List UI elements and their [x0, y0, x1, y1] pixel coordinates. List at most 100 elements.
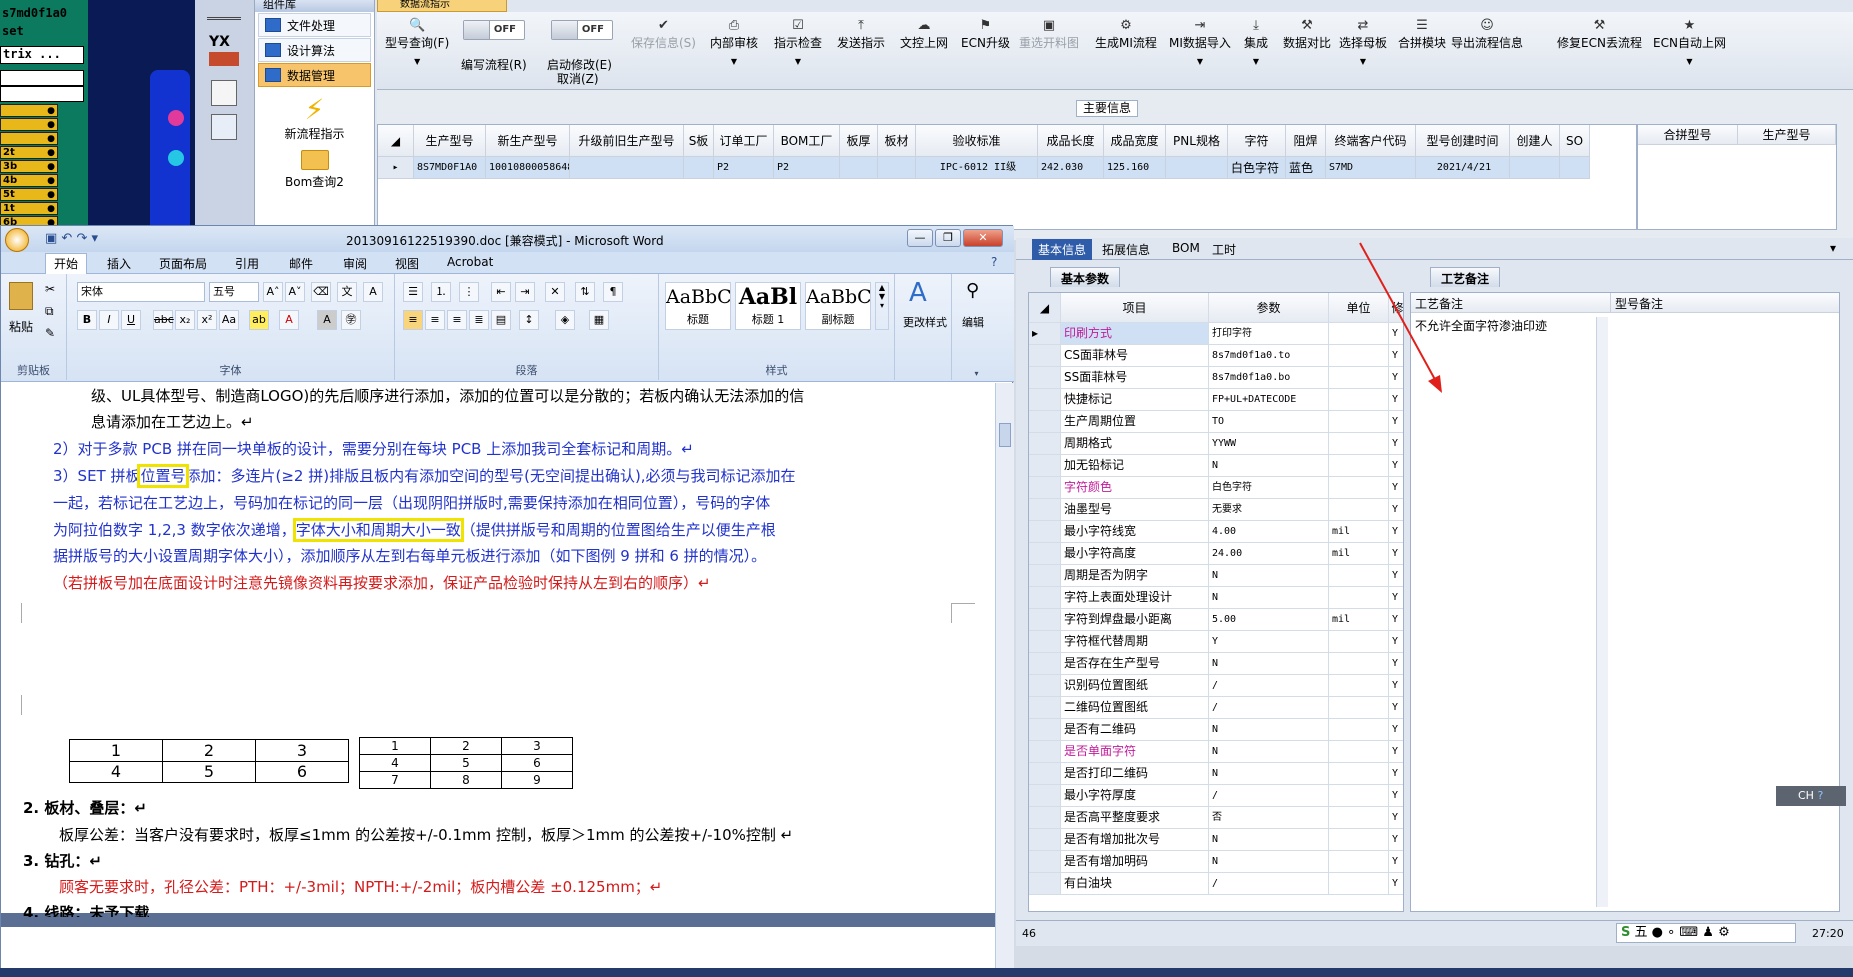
- row-pointer-icon[interactable]: [1029, 411, 1061, 433]
- increase-indent-icon[interactable]: ⇥: [515, 282, 535, 302]
- cell[interactable]: 白色字符: [1228, 157, 1286, 179]
- close-button[interactable]: ✕: [963, 229, 1003, 247]
- asian-layout-icon[interactable]: ✕: [545, 282, 565, 302]
- mi-import-button[interactable]: ⇥ MI数据导入 ▼: [1169, 18, 1231, 69]
- row-pointer-icon[interactable]: [1029, 587, 1061, 609]
- param-value[interactable]: /: [1209, 873, 1329, 895]
- col-header[interactable]: PNL规格: [1166, 125, 1228, 157]
- vertical-scrollbar[interactable]: [995, 383, 1014, 977]
- cell[interactable]: P2: [714, 157, 774, 179]
- param-item[interactable]: 加无铅标记: [1061, 455, 1209, 477]
- language-bar[interactable]: CH ?: [1776, 786, 1846, 806]
- tab-review[interactable]: 审阅: [343, 255, 367, 272]
- table-row[interactable]: CS面菲林号 8s7md0f1a0.to Y: [1029, 345, 1403, 367]
- param-modify[interactable]: Y: [1389, 851, 1403, 873]
- cell[interactable]: 8S7MD0F1A0: [414, 157, 486, 179]
- table-row[interactable]: 字符上表面处理设计 N Y: [1029, 587, 1403, 609]
- param-item[interactable]: 是否有二维码: [1061, 719, 1209, 741]
- row-pointer-icon[interactable]: [1029, 543, 1061, 565]
- cancel-button[interactable]: 取消(Z): [557, 70, 599, 87]
- tab-bom[interactable]: BOM: [1172, 241, 1200, 255]
- distributed-icon[interactable]: ▤: [491, 310, 511, 330]
- param-value[interactable]: /: [1209, 675, 1329, 697]
- char-border-icon[interactable]: A: [363, 282, 383, 302]
- param-modify[interactable]: Y: [1389, 807, 1403, 829]
- align-center-icon[interactable]: ≡: [425, 310, 445, 330]
- param-unit[interactable]: [1329, 565, 1389, 587]
- enclose-char-icon[interactable]: ㊫: [341, 310, 361, 330]
- param-item[interactable]: 周期是否为阴字: [1061, 565, 1209, 587]
- nav-new-flow[interactable]: ⚡ 新流程指示: [255, 95, 374, 142]
- param-modify[interactable]: Y: [1389, 675, 1403, 697]
- font-color-icon[interactable]: A: [279, 310, 299, 330]
- change-styles-button[interactable]: 更改样式: [895, 314, 955, 330]
- param-unit[interactable]: [1329, 873, 1389, 895]
- param-value[interactable]: /: [1209, 697, 1329, 719]
- row-pointer-icon[interactable]: [1029, 741, 1061, 763]
- styles-scroll[interactable]: ▲ ▼ ▾: [875, 282, 889, 330]
- param-modify[interactable]: Y: [1389, 477, 1403, 499]
- table-row[interactable]: 是否有增加批次号 N Y: [1029, 829, 1403, 851]
- param-unit[interactable]: [1329, 653, 1389, 675]
- col-header[interactable]: 项目: [1061, 293, 1209, 323]
- cell[interactable]: 125.160: [1104, 157, 1166, 179]
- param-value[interactable]: 8s7md0f1a0.bo: [1209, 367, 1329, 389]
- param-value[interactable]: TO: [1209, 411, 1329, 433]
- cell[interactable]: P2: [774, 157, 840, 179]
- param-item[interactable]: 快捷标记: [1061, 389, 1209, 411]
- param-item[interactable]: 字符上表面处理设计: [1061, 587, 1209, 609]
- col-header[interactable]: 参数: [1209, 293, 1329, 323]
- paste-icon[interactable]: [9, 282, 33, 310]
- cell[interactable]: [570, 157, 684, 179]
- param-item[interactable]: 是否有增加批次号: [1061, 829, 1209, 851]
- cad-layer-row[interactable]: ●: [0, 104, 58, 117]
- param-value[interactable]: N: [1209, 587, 1329, 609]
- cad-layer-row[interactable]: 5t ●: [0, 188, 58, 201]
- editing-button[interactable]: 编辑: [962, 314, 984, 330]
- cell[interactable]: [1560, 157, 1590, 179]
- col-header[interactable]: 终端客户代码: [1326, 125, 1416, 157]
- col-header[interactable]: 生产型号: [414, 125, 486, 157]
- cell[interactable]: [1166, 157, 1228, 179]
- param-modify[interactable]: Y: [1389, 785, 1403, 807]
- param-modify[interactable]: Y: [1389, 543, 1403, 565]
- tool-icon[interactable]: [211, 114, 237, 140]
- param-value[interactable]: N: [1209, 763, 1329, 785]
- param-unit[interactable]: mil: [1329, 609, 1389, 631]
- table-row[interactable]: 字符颜色 白色字符 Y: [1029, 477, 1403, 499]
- borders-icon[interactable]: ▦: [589, 310, 609, 330]
- decrease-indent-icon[interactable]: ⇤: [491, 282, 511, 302]
- help-icon[interactable]: ?: [1817, 789, 1823, 802]
- chevron-down-icon[interactable]: ▾: [1830, 241, 1836, 255]
- col-header[interactable]: 生产型号: [1738, 125, 1836, 145]
- param-item[interactable]: 有白油块: [1061, 873, 1209, 895]
- param-value[interactable]: N: [1209, 829, 1329, 851]
- table-row[interactable]: 生产周期位置 TO Y: [1029, 411, 1403, 433]
- table-row[interactable]: 快捷标记 FP+UL+DATECODE Y: [1029, 389, 1403, 411]
- cell[interactable]: 2021/4/21: [1416, 157, 1510, 179]
- param-value[interactable]: YYWW: [1209, 433, 1329, 455]
- ecn-upgrade-button[interactable]: ⚑ ECN升级: [961, 18, 1010, 51]
- col-header[interactable]: 验收标准: [916, 125, 1038, 157]
- col-header[interactable]: BOM工厂: [774, 125, 840, 157]
- param-item[interactable]: 是否单面字符: [1061, 741, 1209, 763]
- param-unit[interactable]: [1329, 741, 1389, 763]
- col-header[interactable]: 成品长度: [1038, 125, 1104, 157]
- minimize-button[interactable]: —: [907, 229, 933, 247]
- tab-home[interactable]: 开始: [45, 253, 88, 274]
- table-row[interactable]: 是否高平整度要求否 Y: [1029, 807, 1403, 829]
- col-header[interactable]: S板: [684, 125, 714, 157]
- param-value[interactable]: 打印字符: [1209, 323, 1329, 345]
- superscript-icon[interactable]: x²: [197, 310, 217, 330]
- table-row[interactable]: 是否存在生产型号 N Y: [1029, 653, 1403, 675]
- param-unit[interactable]: [1329, 697, 1389, 719]
- param-modify[interactable]: Y: [1389, 433, 1403, 455]
- col-header[interactable]: 板材: [878, 125, 916, 157]
- nav-item-file-processing[interactable]: 文件处理: [258, 13, 371, 37]
- menu-icon[interactable]: [207, 2, 241, 20]
- notes-scrollbar[interactable]: [1596, 317, 1608, 907]
- format-painter-icon[interactable]: ✎: [45, 326, 55, 340]
- table-row[interactable]: 是否打印二维码 N Y: [1029, 763, 1403, 785]
- multilevel-icon[interactable]: ⋮: [459, 282, 479, 302]
- row-pointer-icon[interactable]: [1029, 455, 1061, 477]
